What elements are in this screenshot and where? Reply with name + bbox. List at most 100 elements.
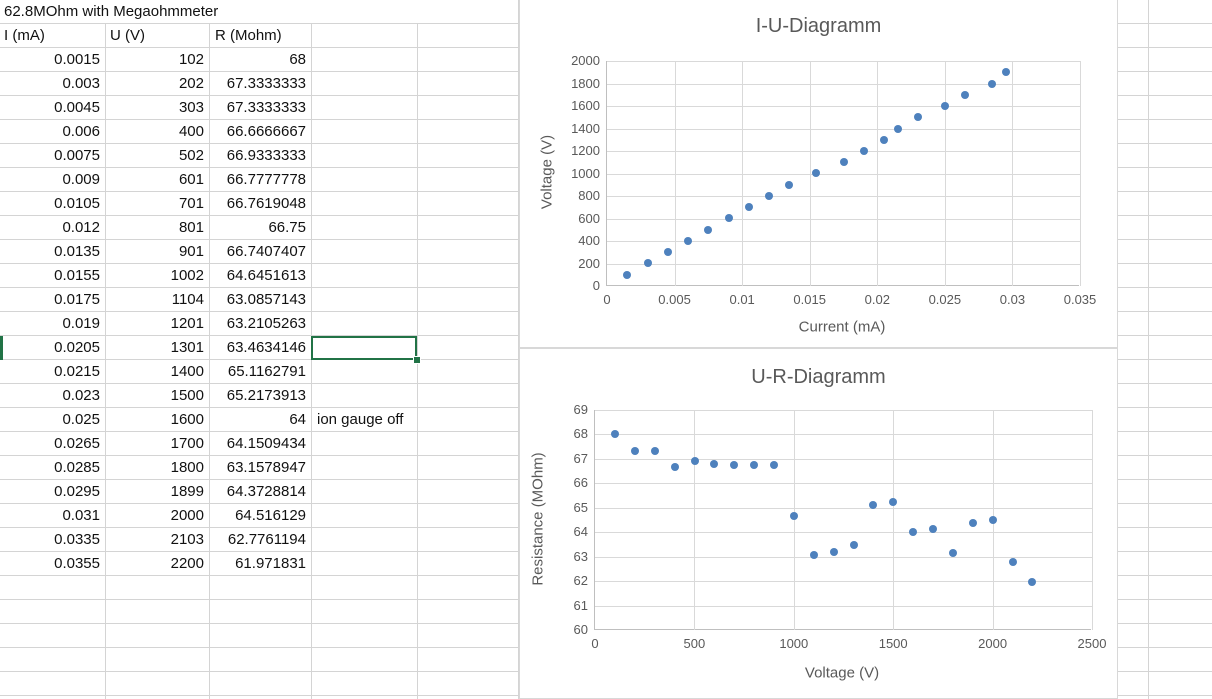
selected-cell[interactable] [311, 336, 417, 360]
data-point[interactable] [631, 446, 640, 455]
col-header-u[interactable]: U (V) [110, 24, 145, 48]
data-point[interactable] [893, 124, 902, 133]
data-point[interactable] [651, 446, 660, 455]
cell[interactable]: 64.6451613 [209, 264, 311, 288]
table-row[interactable]: 0.0295 1899 64.3728814 [0, 480, 311, 504]
data-point[interactable] [810, 550, 819, 559]
cell[interactable]: 701 [105, 192, 209, 216]
header-row[interactable]: I (mA) U (V) R (Mohm) [0, 24, 518, 48]
data-point[interactable] [744, 203, 753, 212]
table-row[interactable]: 0.023 1500 65.2173913 [0, 384, 311, 408]
data-point[interactable] [730, 460, 739, 469]
table-row[interactable]: 0.0075 502 66.9333333 [0, 144, 311, 168]
data-point[interactable] [948, 548, 957, 557]
cell[interactable]: 1002 [105, 264, 209, 288]
cell[interactable]: 0.0155 [0, 264, 105, 288]
cell[interactable]: 0.031 [0, 504, 105, 528]
data-point[interactable] [785, 180, 794, 189]
cell[interactable]: 0.0015 [0, 48, 105, 72]
data-point[interactable] [750, 461, 759, 469]
sheet-title[interactable]: 62.8MOhm with Megaohmmeter [4, 0, 218, 23]
data-point[interactable] [663, 247, 672, 256]
col-header-i[interactable]: I (mA) [4, 24, 45, 48]
cell[interactable]: 0.0295 [0, 480, 105, 504]
table-row[interactable]: 0.0045 303 67.3333333 [0, 96, 311, 120]
data-point[interactable] [1028, 577, 1037, 586]
data-point[interactable] [940, 102, 949, 110]
data-point[interactable] [859, 146, 868, 155]
cell[interactable]: 0.009 [0, 168, 105, 192]
cell[interactable]: 66.9333333 [209, 144, 311, 168]
cell[interactable]: 63.2105263 [209, 312, 311, 336]
note-cell[interactable]: ion gauge off [317, 408, 403, 432]
cell[interactable]: 64.516129 [209, 504, 311, 528]
data-point[interactable] [913, 113, 922, 122]
cell[interactable]: 67.3333333 [209, 96, 311, 120]
cell[interactable]: 61.971831 [209, 552, 311, 576]
data-point[interactable] [812, 169, 821, 178]
data-point[interactable] [909, 528, 918, 537]
data-point[interactable] [988, 515, 997, 524]
cell[interactable]: 1600 [105, 408, 209, 432]
cell[interactable]: 65.2173913 [209, 384, 311, 408]
cell[interactable]: 66.7407407 [209, 240, 311, 264]
title-row[interactable]: 62.8MOhm with Megaohmmeter [0, 0, 518, 23]
data-point[interactable] [684, 237, 693, 245]
table-row[interactable]: 0.025 1600 64 [0, 408, 311, 432]
cell[interactable]: 1104 [105, 288, 209, 312]
data-point[interactable] [623, 270, 632, 279]
cell[interactable]: 0.0205 [0, 336, 105, 360]
data-point[interactable] [961, 90, 970, 99]
cell[interactable]: 1400 [105, 360, 209, 384]
table-row[interactable]: 0.0205 1301 63.4634146 [0, 336, 311, 360]
cell[interactable]: 601 [105, 168, 209, 192]
table-row[interactable]: 0.0175 1104 63.0857143 [0, 288, 311, 312]
cell[interactable]: 2200 [105, 552, 209, 576]
cell[interactable]: 66.75 [209, 216, 311, 240]
cell[interactable]: 2000 [105, 504, 209, 528]
table-row[interactable]: 0.0155 1002 64.6451613 [0, 264, 311, 288]
cell[interactable]: 0.0215 [0, 360, 105, 384]
cell[interactable]: 66.7619048 [209, 192, 311, 216]
data-point[interactable] [880, 135, 889, 144]
cell[interactable]: 68 [209, 48, 311, 72]
data-point[interactable] [724, 214, 733, 223]
cell[interactable]: 2103 [105, 528, 209, 552]
chart-ur[interactable]: U-R-Diagramm 0 500 1000 1500 2000 2500 60 61 62 6… [519, 348, 1118, 699]
cell[interactable]: 102 [105, 48, 209, 72]
data-point[interactable] [643, 259, 652, 268]
table-row[interactable]: 0.0105 701 66.7619048 [0, 192, 311, 216]
cell[interactable]: 400 [105, 120, 209, 144]
data-point[interactable] [849, 541, 858, 550]
cell[interactable]: 202 [105, 72, 209, 96]
data-point[interactable] [670, 463, 679, 472]
cell[interactable]: 0.0175 [0, 288, 105, 312]
table-row[interactable]: 0.003 202 67.3333333 [0, 72, 311, 96]
cell[interactable]: 64.1509434 [209, 432, 311, 456]
cell[interactable]: 62.7761194 [209, 528, 311, 552]
data-point[interactable] [765, 191, 774, 200]
data-point[interactable] [1009, 558, 1018, 567]
cell[interactable]: 66.7777778 [209, 168, 311, 192]
table-row[interactable]: 0.0135 901 66.7407407 [0, 240, 311, 264]
table-row[interactable]: 0.006 400 66.6666667 [0, 120, 311, 144]
fill-handle[interactable] [413, 356, 421, 364]
cell[interactable]: 63.0857143 [209, 288, 311, 312]
cell[interactable]: 1301 [105, 336, 209, 360]
cell[interactable]: 901 [105, 240, 209, 264]
data-point[interactable] [1001, 68, 1010, 77]
data-point[interactable] [790, 512, 799, 521]
data-point[interactable] [869, 500, 878, 509]
data-point[interactable] [704, 225, 713, 234]
col-header-r[interactable]: R (Mohm) [215, 24, 282, 48]
cell[interactable]: 0.0105 [0, 192, 105, 216]
table-row[interactable]: 0.031 2000 64.516129 [0, 504, 311, 528]
data-point[interactable] [690, 456, 699, 465]
cell[interactable]: 0.0265 [0, 432, 105, 456]
cell[interactable]: 801 [105, 216, 209, 240]
table-row[interactable]: 0.0335 2103 62.7761194 [0, 528, 311, 552]
cell[interactable]: 64.3728814 [209, 480, 311, 504]
table-row[interactable]: 0.009 601 66.7777778 [0, 168, 311, 192]
data-point[interactable] [770, 461, 779, 470]
data-point[interactable] [839, 157, 848, 166]
